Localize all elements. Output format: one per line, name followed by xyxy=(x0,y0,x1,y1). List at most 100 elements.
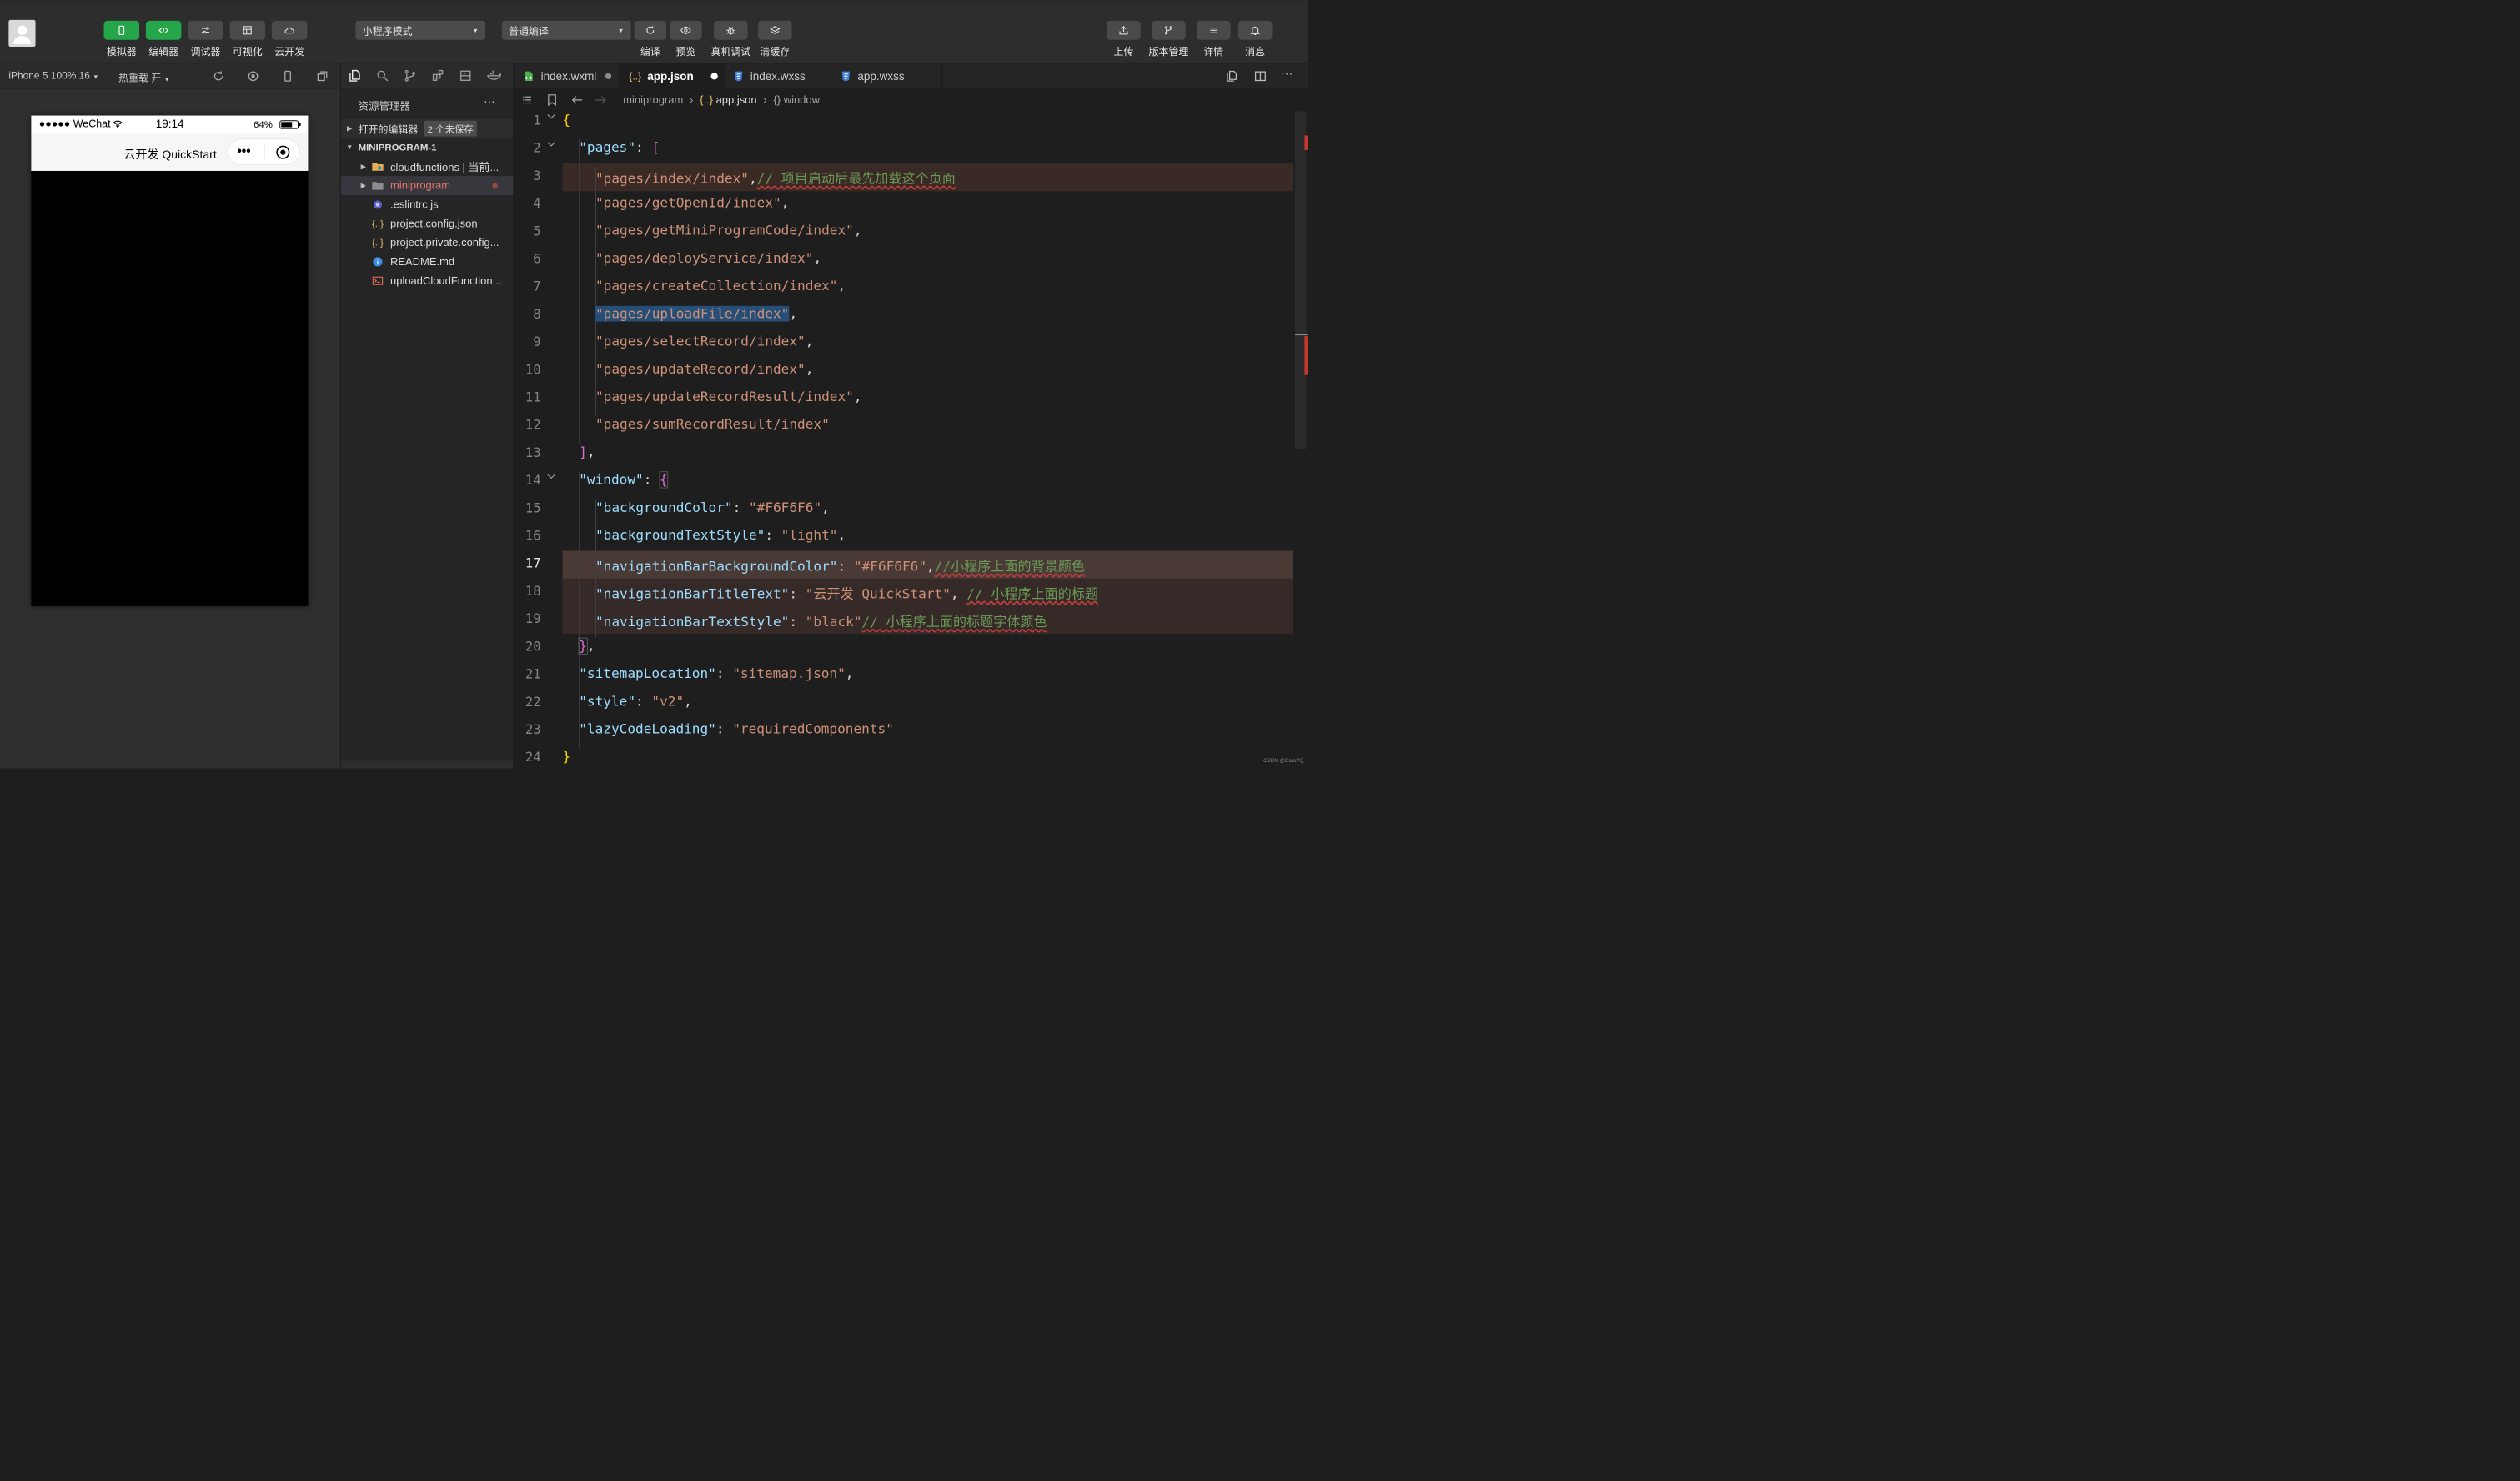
code-line: "navigationBarBackgroundColor": "#F6F6F6… xyxy=(595,558,1085,575)
preview-button[interactable] xyxy=(670,20,702,40)
hot-reload-select[interactable]: 热重载 开 ▼ xyxy=(118,70,170,85)
tree-item-project-config[interactable]: {..} project.config.json xyxy=(341,214,514,233)
close-target-icon[interactable] xyxy=(275,144,291,160)
scrollbar-thumb[interactable] xyxy=(1294,111,1307,449)
upload-button[interactable] xyxy=(1107,20,1141,40)
list-icon[interactable] xyxy=(521,94,534,107)
git-icon[interactable] xyxy=(404,68,418,83)
bookmark-icon[interactable] xyxy=(547,94,557,107)
cloud-dev-button[interactable] xyxy=(271,20,308,40)
unsaved-badge: 2 个未保存 xyxy=(424,120,477,137)
tab-app-json[interactable]: {..} app.json xyxy=(620,63,725,89)
tab-index-wxml[interactable]: index.wxml xyxy=(514,63,620,89)
line-number: 9 xyxy=(533,334,541,350)
hot-reload-value: 热重载 开 xyxy=(118,72,162,84)
breadcrumb-file[interactable]: app.json xyxy=(716,94,757,107)
tree-item-upload-script[interactable]: uploadCloudFunction... xyxy=(341,271,514,290)
forward-arrow-icon[interactable] xyxy=(595,95,607,105)
search-icon[interactable] xyxy=(375,68,389,83)
back-arrow-icon[interactable] xyxy=(571,95,584,105)
more-dots-icon[interactable]: ••• xyxy=(237,143,250,158)
simulator-button[interactable] xyxy=(103,20,140,40)
editor-button[interactable] xyxy=(145,20,182,40)
line-number: 13 xyxy=(525,444,541,461)
cloud-icon xyxy=(284,27,294,34)
remote-debug-button[interactable] xyxy=(714,20,748,40)
json-icon: {..} xyxy=(629,70,642,82)
docker-icon[interactable] xyxy=(486,68,502,83)
split-editor-icon[interactable] xyxy=(1254,70,1268,83)
tree-item-eslintrc[interactable]: .eslintrc.js xyxy=(341,195,514,214)
fold-chevron-icon[interactable] xyxy=(545,140,558,148)
tree-item-label: README.md xyxy=(390,255,455,268)
code-editor[interactable]: 1 2 3 4 5 6 7 8 9 10 11 12 13 14 15 16 1… xyxy=(514,111,1308,769)
code-line: "backgroundColor": "#F6F6F6", xyxy=(595,500,830,515)
mini-program-capsule[interactable]: ••• xyxy=(228,138,300,165)
version-button[interactable] xyxy=(1152,20,1186,40)
phone-nav-bar: 云开发 QuickStart ••• xyxy=(31,133,309,171)
chevron-right-icon: ▶ xyxy=(360,163,366,171)
details-button[interactable] xyxy=(1197,20,1231,40)
reload-icon[interactable] xyxy=(212,70,225,83)
tree-item-project-private-config[interactable]: {..} project.private.config... xyxy=(341,233,514,253)
stop-icon[interactable] xyxy=(247,70,260,83)
chevron-down-icon: ▼ xyxy=(93,73,99,80)
tree-item-cloudfunctions[interactable]: ▶ cloudfunctions | 当前... xyxy=(341,157,514,176)
css-icon xyxy=(841,71,851,82)
tab-app-wxss[interactable]: app.wxss xyxy=(831,63,943,89)
avatar[interactable] xyxy=(8,19,36,48)
popout-icon[interactable] xyxy=(316,70,329,83)
breadcrumb-node[interactable]: window xyxy=(784,94,820,107)
open-preview-icon[interactable] xyxy=(1225,70,1238,83)
upload-icon xyxy=(1119,26,1128,35)
files-icon[interactable] xyxy=(348,68,362,83)
code-line: "pages/updateRecord/index", xyxy=(595,361,814,377)
compile-button[interactable] xyxy=(634,20,667,40)
tree-item-miniprogram[interactable]: ▶ miniprogram xyxy=(340,176,514,196)
line-number: 21 xyxy=(525,666,541,682)
device-rotate-icon[interactable] xyxy=(281,70,294,83)
mode-select[interactable]: 小程序模式 ▼ xyxy=(355,20,486,40)
messages-button[interactable] xyxy=(1237,20,1273,40)
code-line: "pages/selectRecord/index", xyxy=(595,334,814,349)
device-select[interactable]: iPhone 5 100% 16 ▼ xyxy=(8,70,98,82)
unsaved-dot[interactable] xyxy=(710,73,718,80)
editor-scrollbar[interactable] xyxy=(1293,111,1308,769)
mode-select-value: 小程序模式 xyxy=(362,25,413,38)
line-number: 5 xyxy=(533,223,541,239)
more-actions-icon[interactable]: ··· xyxy=(1281,66,1293,80)
visualize-button[interactable] xyxy=(229,20,266,40)
open-editors-section[interactable]: ▶ 打开的编辑器 2 个未保存 xyxy=(340,118,514,138)
indent-guide xyxy=(579,138,580,444)
code-line: "pages": [ xyxy=(579,139,660,156)
code-line: "pages/deployService/index", xyxy=(595,250,822,267)
battery-icon xyxy=(279,120,301,129)
compile-select[interactable]: 普通编译 ▼ xyxy=(501,20,631,40)
fold-chevron-icon[interactable] xyxy=(545,112,558,120)
tab-index-wxss[interactable]: index.wxss xyxy=(725,63,832,89)
layout-icon xyxy=(243,26,252,35)
debugger-button[interactable] xyxy=(188,20,223,40)
wifi-icon xyxy=(113,120,123,128)
clear-cache-button[interactable] xyxy=(758,20,792,40)
outline-section-header[interactable] xyxy=(340,760,514,769)
error-marker xyxy=(1304,336,1308,375)
tree-item-readme[interactable]: README.md xyxy=(341,252,514,271)
tab-label: index.wxml xyxy=(540,69,597,83)
code-line: "lazyCodeLoading": "requiredComponents" xyxy=(579,720,894,737)
refresh-icon xyxy=(646,26,655,34)
line-number: 7 xyxy=(533,279,541,294)
breadcrumb-folder[interactable]: miniprogram xyxy=(623,94,683,107)
chevron-down-icon: ▼ xyxy=(346,143,354,152)
unsaved-dot[interactable] xyxy=(605,73,611,79)
line-number: 20 xyxy=(525,639,541,655)
tab-label: index.wxss xyxy=(750,69,806,83)
storage-icon[interactable] xyxy=(459,68,473,83)
extensions-icon[interactable] xyxy=(431,68,445,83)
project-section[interactable]: ▼ MINIPROGRAM-1 xyxy=(341,138,514,158)
more-actions-icon[interactable]: ··· xyxy=(484,95,494,108)
fold-chevron-icon[interactable] xyxy=(545,472,558,480)
line-number: 8 xyxy=(533,306,541,323)
phone-screen[interactable]: ●●●●● WeChat 19:14 64% 云开发 QuickStart ••… xyxy=(31,115,309,606)
code-line: { xyxy=(562,112,571,128)
